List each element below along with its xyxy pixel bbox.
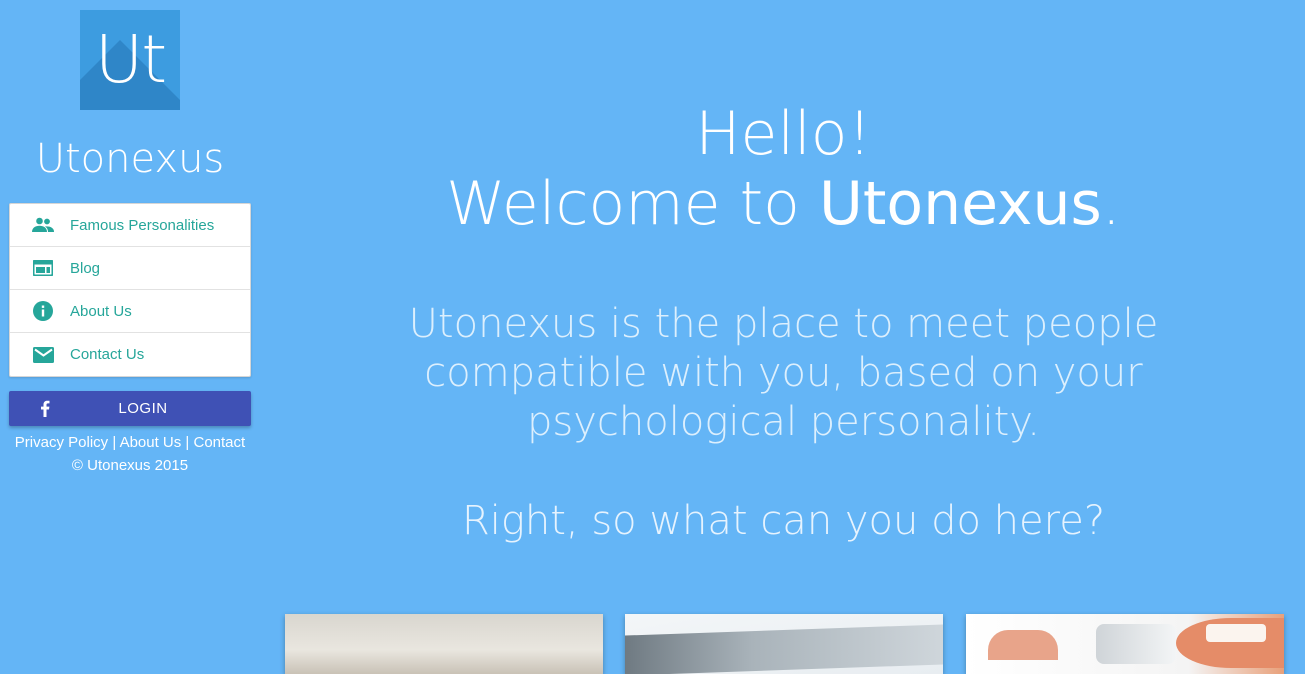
nav-item-famous-personalities[interactable]: Famous Personalities <box>10 204 250 247</box>
link-separator: | <box>108 434 120 451</box>
feature-card-image[interactable] <box>285 614 603 674</box>
people-icon <box>32 214 54 236</box>
card-photo-detail <box>1206 624 1266 642</box>
features-heading: Right, so what can you do here? <box>461 498 1106 544</box>
card-photo-detail <box>988 630 1058 660</box>
about-us-link[interactable]: About Us <box>120 434 182 451</box>
nav-item-about-us[interactable]: About Us <box>10 290 250 333</box>
sidebar-nav: Famous Personalities Blog About Us Conta… <box>9 203 251 377</box>
card-photo-detail <box>1096 624 1176 664</box>
web-icon <box>32 257 54 279</box>
nav-item-blog[interactable]: Blog <box>10 247 250 290</box>
logo[interactable]: Ut <box>80 10 180 110</box>
brand-name: Utonexus <box>35 136 225 182</box>
facebook-login-button[interactable]: LOGIN <box>9 391 251 426</box>
info-icon <box>32 300 54 322</box>
tagline: Utonexus is the place to meet people com… <box>408 301 1159 445</box>
mail-icon <box>32 344 54 366</box>
main-content: Hello! Welcome to Utonexus. Utonexus is … <box>262 0 1305 674</box>
logo-text: Ut <box>94 21 167 98</box>
copyright: © Utonexus 2015 <box>71 457 189 474</box>
nav-item-label: Blog <box>70 259 101 277</box>
nav-item-contact-us[interactable]: Contact Us <box>10 333 250 376</box>
feature-card-image[interactable] <box>966 614 1284 674</box>
login-label: LOGIN <box>118 400 168 417</box>
card-photo-detail <box>625 624 943 674</box>
privacy-policy-link[interactable]: Privacy Policy <box>15 434 108 451</box>
welcome-suffix: . <box>1101 169 1121 239</box>
link-separator: | <box>181 434 194 451</box>
nav-item-label: Contact Us <box>70 346 145 363</box>
nav-item-label: Famous Personalities <box>70 216 215 234</box>
feature-card-image[interactable] <box>625 614 943 674</box>
welcome-prefix: Welcome to <box>446 169 819 239</box>
hello-heading: Hello! <box>695 99 872 169</box>
nav-item-label: About Us <box>70 302 132 320</box>
welcome-brand: Utonexus <box>818 169 1102 239</box>
contact-link[interactable]: Contact <box>194 434 246 451</box>
footer-links: Privacy Policy | About Us | Contact <box>0 434 260 451</box>
sidebar: Ut Utonexus Famous Personalities Blog Ab… <box>0 0 260 652</box>
welcome-heading: Welcome to Utonexus. <box>262 166 1305 242</box>
